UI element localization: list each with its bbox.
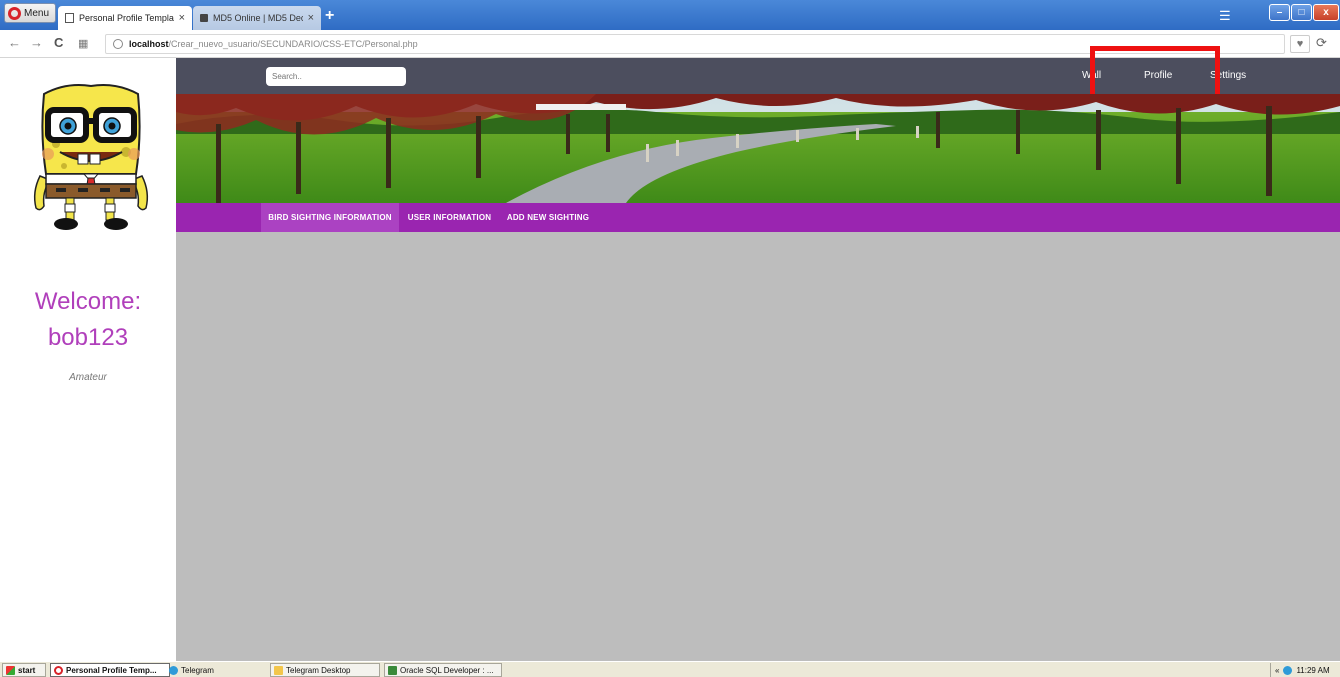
tab-bird-sighting-information[interactable]: BIRD SIGHTING INFORMATION bbox=[261, 203, 399, 232]
system-tray: « 11:29 AM bbox=[1270, 663, 1340, 677]
header-banner-image bbox=[176, 94, 1340, 203]
windows-logo-icon bbox=[6, 665, 15, 675]
close-icon[interactable]: × bbox=[179, 12, 185, 24]
page-icon bbox=[65, 13, 74, 23]
profile-username: bob123 bbox=[47, 324, 129, 351]
top-navigation-bar: Wall Profile Settings bbox=[176, 46, 1340, 106]
browser-tab-md5-online[interactable]: MD5 Online | MD5 Decrypter × bbox=[193, 6, 321, 30]
taskbar-item-telegram-desktop[interactable]: Telegram Desktop bbox=[270, 663, 380, 677]
spongebob-avatar bbox=[33, 84, 149, 230]
browser-tab-strip: Menu Personal Profile Template × MD5 Onl… bbox=[0, 0, 1340, 30]
clock: 11:29 AM bbox=[1296, 665, 1330, 675]
start-label: start bbox=[18, 665, 36, 675]
profile-tab-bar: BIRD SIGHTING INFORMATION USER INFORMATI… bbox=[176, 203, 1340, 232]
taskbar-item-label: Personal Profile Temp... bbox=[66, 665, 157, 675]
profile-sidebar: Welcome: bob123 Amateur bbox=[0, 58, 176, 661]
lock-icon bbox=[200, 14, 208, 22]
telegram-tray-icon[interactable] bbox=[1283, 665, 1293, 675]
taskbar-item-oracle-sql-developer[interactable]: Oracle SQL Developer : ... bbox=[384, 663, 502, 677]
browser-tab-label: MD5 Online | MD5 Decrypter bbox=[213, 13, 303, 23]
tray-toggle-icon[interactable]: « bbox=[1275, 666, 1279, 675]
url-host: localhost bbox=[129, 39, 169, 49]
search-input[interactable] bbox=[266, 67, 406, 86]
taskbar-item-label: Telegram bbox=[181, 665, 214, 675]
heart-icon[interactable]: ♥ bbox=[1290, 35, 1310, 53]
taskbar-item-telegram[interactable]: Telegram bbox=[166, 663, 266, 677]
grid-icon[interactable]: ▦ bbox=[78, 37, 88, 50]
opera-logo-icon bbox=[54, 665, 63, 675]
tab-menu-icon[interactable]: ☰ bbox=[1219, 8, 1231, 24]
profile-rank: Amateur bbox=[69, 372, 107, 383]
close-icon[interactable]: × bbox=[308, 12, 314, 24]
arrow-right-icon[interactable]: → bbox=[30, 35, 43, 50]
window-close-button[interactable]: x bbox=[1313, 4, 1339, 21]
sql-developer-icon bbox=[388, 665, 397, 675]
browser-tab-label: Personal Profile Template bbox=[79, 13, 174, 23]
maximize-button[interactable]: □ bbox=[1291, 4, 1312, 21]
telegram-icon bbox=[169, 665, 178, 675]
taskbar-item-label: Telegram Desktop bbox=[286, 665, 351, 675]
arrow-left-icon[interactable]: ← bbox=[8, 35, 21, 50]
reload-icon[interactable]: C bbox=[54, 35, 63, 50]
start-button[interactable]: start bbox=[2, 663, 46, 677]
folder-icon bbox=[274, 665, 283, 675]
opera-logo-icon bbox=[8, 6, 21, 20]
windows-taskbar: start Personal Profile Temp... Telegram … bbox=[0, 661, 1340, 677]
taskbar-item-personal-profile[interactable]: Personal Profile Temp... bbox=[50, 663, 170, 677]
opera-menu-label: Menu bbox=[24, 7, 50, 19]
new-tab-button[interactable]: + bbox=[325, 7, 334, 25]
tab-content-area bbox=[176, 232, 1340, 661]
taskbar-item-label: Oracle SQL Developer : ... bbox=[400, 665, 494, 675]
tab-user-information[interactable]: USER INFORMATION bbox=[400, 203, 499, 232]
opera-menu-button[interactable]: Menu bbox=[4, 3, 56, 23]
tab-add-new-sighting[interactable]: ADD NEW SIGHTING bbox=[500, 203, 596, 232]
url-path: /Crear_nuevo_usuario/SECUNDARIO/CSS-ETC/… bbox=[168, 39, 418, 49]
browser-tab-personal-profile[interactable]: Personal Profile Template × bbox=[58, 6, 192, 30]
extension-icon[interactable]: ⟳ bbox=[1316, 35, 1327, 51]
globe-icon bbox=[113, 39, 123, 49]
welcome-heading: Welcome: bbox=[34, 288, 142, 315]
minimize-button[interactable]: – bbox=[1269, 4, 1290, 21]
